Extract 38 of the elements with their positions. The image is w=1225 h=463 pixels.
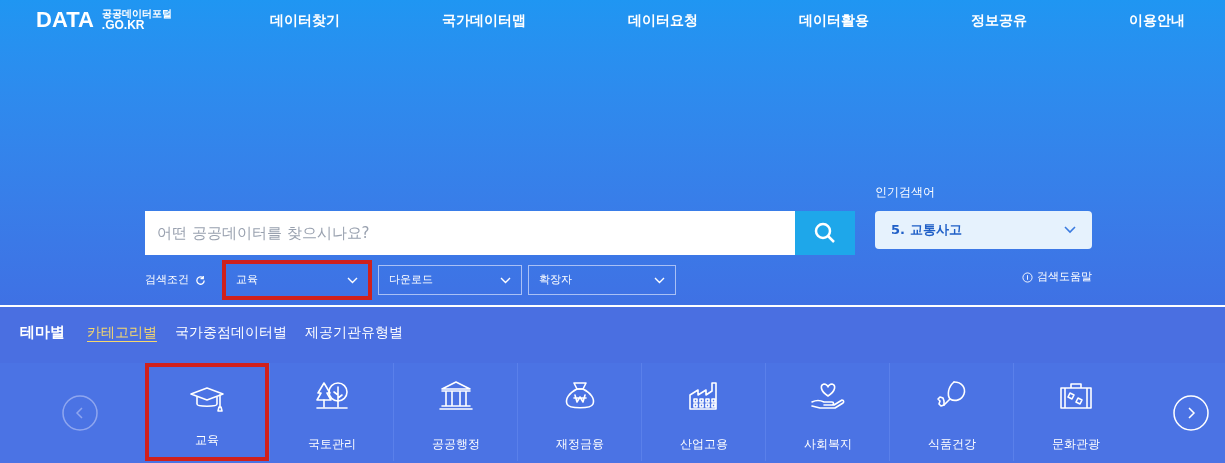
filter-dropdown[interactable]: 확장자 [528, 265, 676, 295]
nav-link[interactable]: 데이터활용 [799, 9, 870, 31]
category-tile[interactable]: 문화관광 [1013, 363, 1137, 461]
chevron-down-icon [654, 276, 665, 284]
popular-dropdown[interactable]: 5. 교통사고 [875, 211, 1092, 249]
condition-label: 검색조건 [145, 271, 189, 288]
chevron-down-icon [347, 276, 358, 284]
chevron-down-icon [500, 276, 511, 284]
logo-domain: .GO.KR [101, 19, 145, 31]
nav-link[interactable]: 이용안내 [1129, 9, 1185, 31]
search-field[interactable]: 어떤 공공데이터를 찾으시나요? [145, 211, 795, 255]
search-icon [814, 222, 836, 244]
logo-subtitle: 공공데이터포털 [101, 9, 172, 19]
next-button[interactable] [1173, 395, 1209, 431]
info-icon [1022, 271, 1033, 283]
category-tile[interactable]: 국토관리 [269, 363, 393, 461]
category-tile[interactable]: 사회복지 [765, 363, 889, 461]
theme-tab[interactable]: 국가중점데이터별 [175, 321, 287, 343]
help-link[interactable]: 검색도움말 [1037, 268, 1092, 286]
filter-dropdown[interactable]: 다운로드 [378, 265, 522, 295]
theme-tab[interactable]: 카테고리별 [87, 321, 157, 343]
category-tile[interactable]: 공공행정 [393, 363, 517, 461]
nav-link[interactable]: 국가데이터맵 [441, 9, 526, 31]
nav-link[interactable]: 데이터요청 [627, 9, 698, 31]
category-tile[interactable]: 교육 [145, 363, 269, 461]
popular-label: 인기검색어 [875, 184, 935, 201]
refresh-icon[interactable] [195, 274, 206, 286]
search-button[interactable] [795, 211, 855, 255]
chevron-down-icon [1064, 226, 1076, 234]
section-title: 테마별 [20, 321, 65, 343]
nav-link[interactable]: 데이터찾기 [270, 9, 340, 31]
category-tile[interactable]: 재정금융 [517, 363, 641, 461]
logo-text[interactable]: DATA [36, 9, 94, 31]
category-tile[interactable]: 산업고용 [641, 363, 765, 461]
filter-dropdown[interactable]: 교육 [222, 260, 372, 300]
nav-link[interactable]: 정보공유 [971, 9, 1028, 31]
theme-tab[interactable]: 제공기관유형별 [305, 321, 403, 343]
category-tile[interactable]: 식품건강 [889, 363, 1013, 461]
